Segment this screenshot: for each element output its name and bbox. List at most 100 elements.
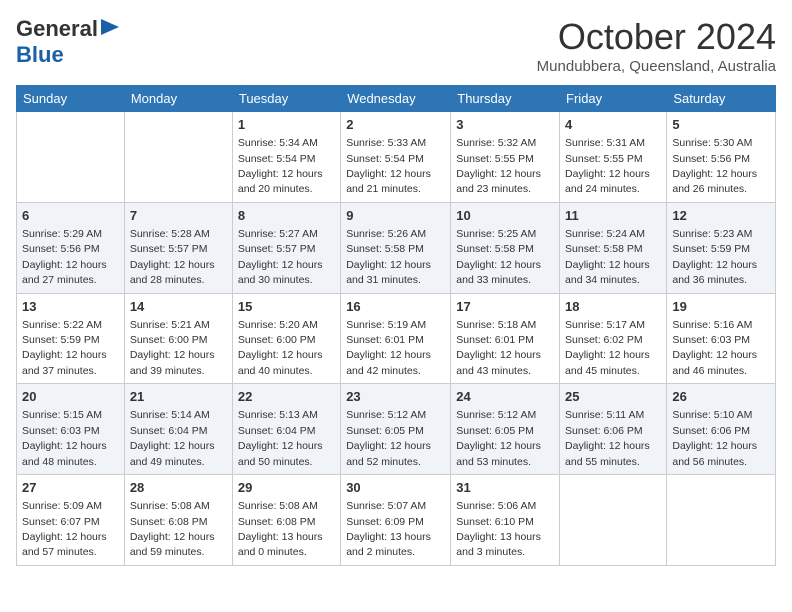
sunrise-text: Sunrise: 5:11 AM: [565, 409, 644, 421]
day-number: 27: [22, 479, 119, 497]
day-number: 10: [456, 207, 554, 225]
sunrise-text: Sunrise: 5:08 AM: [130, 500, 210, 512]
daylight-text: Daylight: 12 hours and 59 minutes.: [130, 531, 215, 558]
daylight-text: Daylight: 12 hours and 42 minutes.: [346, 349, 431, 376]
calendar-cell: 29Sunrise: 5:08 AMSunset: 6:08 PMDayligh…: [232, 475, 340, 566]
calendar-cell: 15Sunrise: 5:20 AMSunset: 6:00 PMDayligh…: [232, 293, 340, 384]
daylight-text: Daylight: 12 hours and 26 minutes.: [672, 168, 757, 195]
calendar-cell: 11Sunrise: 5:24 AMSunset: 5:58 PMDayligh…: [560, 202, 667, 293]
sunrise-text: Sunrise: 5:27 AM: [238, 228, 318, 240]
logo-arrow-icon: [101, 19, 119, 40]
sunrise-text: Sunrise: 5:07 AM: [346, 500, 426, 512]
day-number: 9: [346, 207, 445, 225]
daylight-text: Daylight: 12 hours and 20 minutes.: [238, 168, 323, 195]
sunset-text: Sunset: 5:59 PM: [22, 334, 100, 346]
daylight-text: Daylight: 12 hours and 36 minutes.: [672, 259, 757, 286]
day-number: 5: [672, 116, 770, 134]
calendar-cell: 16Sunrise: 5:19 AMSunset: 6:01 PMDayligh…: [341, 293, 451, 384]
sunset-text: Sunset: 5:58 PM: [346, 243, 424, 255]
calendar-cell: [560, 475, 667, 566]
sunset-text: Sunset: 6:01 PM: [346, 334, 424, 346]
sunset-text: Sunset: 5:55 PM: [565, 153, 643, 165]
sunrise-text: Sunrise: 5:13 AM: [238, 409, 318, 421]
day-number: 28: [130, 479, 227, 497]
calendar-cell: 13Sunrise: 5:22 AMSunset: 5:59 PMDayligh…: [17, 293, 125, 384]
daylight-text: Daylight: 12 hours and 53 minutes.: [456, 440, 541, 467]
day-number: 13: [22, 298, 119, 316]
calendar-cell: 25Sunrise: 5:11 AMSunset: 6:06 PMDayligh…: [560, 384, 667, 475]
sunset-text: Sunset: 5:54 PM: [346, 153, 424, 165]
day-number: 1: [238, 116, 335, 134]
calendar-week-row: 1 Sunrise: 5:34 AM Sunset: 5:54 PM Daylight…: [17, 112, 776, 203]
sunset-text: Sunset: 6:08 PM: [238, 516, 316, 528]
sunset-text: Sunset: 5:57 PM: [238, 243, 316, 255]
calendar-body: 1 Sunrise: 5:34 AM Sunset: 5:54 PM Daylight…: [17, 112, 776, 566]
calendar-week-row: 27Sunrise: 5:09 AMSunset: 6:07 PMDayligh…: [17, 475, 776, 566]
calendar-cell: 28 Sunrise: 5:08 AM Sunset: 6:08 PM Dayligh…: [124, 475, 232, 566]
sunset-text: Sunset: 6:08 PM: [130, 516, 208, 528]
calendar-cell: 4Sunrise: 5:31 AMSunset: 5:55 PMDaylight…: [560, 112, 667, 203]
header: General Blue October 2024 Mundubbera, Qu…: [16, 16, 776, 75]
title-area: October 2024 Mundubbera, Queensland, Aus…: [537, 16, 776, 75]
calendar-table: SundayMondayTuesdayWednesdayThursdayFrid…: [16, 85, 776, 566]
calendar-cell: 21Sunrise: 5:14 AMSunset: 6:04 PMDayligh…: [124, 384, 232, 475]
calendar-cell: 23Sunrise: 5:12 AMSunset: 6:05 PMDayligh…: [341, 384, 451, 475]
day-number: 25: [565, 388, 661, 406]
sunrise-text: Sunrise: 5:20 AM: [238, 319, 318, 331]
sunset-text: Sunset: 6:05 PM: [456, 425, 534, 437]
calendar-week-row: 13Sunrise: 5:22 AMSunset: 5:59 PMDayligh…: [17, 293, 776, 384]
sunrise-text: Sunrise: 5:10 AM: [672, 409, 752, 421]
calendar-cell: 2Sunrise: 5:33 AMSunset: 5:54 PMDaylight…: [341, 112, 451, 203]
daylight-text: Daylight: 12 hours and 45 minutes.: [565, 349, 650, 376]
month-title: October 2024: [537, 16, 776, 58]
sunrise-text: Sunrise: 5:24 AM: [565, 228, 645, 240]
calendar-cell: 26Sunrise: 5:10 AMSunset: 6:06 PMDayligh…: [667, 384, 776, 475]
sunrise-text: Sunrise: 5:34 AM: [238, 137, 318, 149]
sunset-text: Sunset: 5:58 PM: [456, 243, 534, 255]
daylight-text: Daylight: 12 hours and 52 minutes.: [346, 440, 431, 467]
day-number: 17: [456, 298, 554, 316]
sunrise-text: Sunrise: 5:26 AM: [346, 228, 426, 240]
sunrise-text: Sunrise: 5:06 AM: [456, 500, 536, 512]
sunrise-text: Sunrise: 5:28 AM: [130, 228, 210, 240]
calendar-cell: 30Sunrise: 5:07 AMSunset: 6:09 PMDayligh…: [341, 475, 451, 566]
daylight-text: Daylight: 12 hours and 30 minutes.: [238, 259, 323, 286]
daylight-text: Daylight: 12 hours and 43 minutes.: [456, 349, 541, 376]
daylight-text: Daylight: 12 hours and 31 minutes.: [346, 259, 431, 286]
sunrise-text: Sunrise: 5:29 AM: [22, 228, 102, 240]
day-number: 14: [130, 298, 227, 316]
calendar-header: SundayMondayTuesdayWednesdayThursdayFrid…: [17, 86, 776, 112]
daylight-text: Daylight: 12 hours and 28 minutes.: [130, 259, 215, 286]
day-number: 20: [22, 388, 119, 406]
sunset-text: Sunset: 5:56 PM: [672, 153, 750, 165]
day-number: 23: [346, 388, 445, 406]
weekday-header-saturday: Saturday: [667, 86, 776, 112]
calendar-cell: [667, 475, 776, 566]
sunset-text: Sunset: 6:04 PM: [130, 425, 208, 437]
day-number: 12: [672, 207, 770, 225]
day-number: 11: [565, 207, 661, 225]
sunrise-text: Sunrise: 5:18 AM: [456, 319, 536, 331]
calendar-cell: 3Sunrise: 5:32 AMSunset: 5:55 PMDaylight…: [451, 112, 560, 203]
calendar-cell: 24Sunrise: 5:12 AMSunset: 6:05 PMDayligh…: [451, 384, 560, 475]
calendar-cell: [17, 112, 125, 203]
day-number: 7: [130, 207, 227, 225]
calendar-cell: 14Sunrise: 5:21 AMSunset: 6:00 PMDayligh…: [124, 293, 232, 384]
daylight-text: Daylight: 12 hours and 50 minutes.: [238, 440, 323, 467]
sunset-text: Sunset: 6:06 PM: [565, 425, 643, 437]
day-number: 26: [672, 388, 770, 406]
sunrise-text: Sunrise: 5:31 AM: [565, 137, 645, 149]
sunset-text: Sunset: 6:10 PM: [456, 516, 534, 528]
daylight-text: Daylight: 12 hours and 46 minutes.: [672, 349, 757, 376]
sunset-text: Sunset: 5:55 PM: [456, 153, 534, 165]
sunrise-text: Sunrise: 5:19 AM: [346, 319, 426, 331]
day-number: 19: [672, 298, 770, 316]
daylight-text: Daylight: 12 hours and 56 minutes.: [672, 440, 757, 467]
calendar-cell: 20Sunrise: 5:15 AMSunset: 6:03 PMDayligh…: [17, 384, 125, 475]
daylight-text: Daylight: 12 hours and 57 minutes.: [22, 531, 107, 558]
sunset-text: Sunset: 6:09 PM: [346, 516, 424, 528]
sunset-text: Sunset: 6:00 PM: [238, 334, 316, 346]
daylight-text: Daylight: 12 hours and 21 minutes.: [346, 168, 431, 195]
day-number: 15: [238, 298, 335, 316]
calendar-week-row: 6Sunrise: 5:29 AMSunset: 5:56 PMDaylight…: [17, 202, 776, 293]
